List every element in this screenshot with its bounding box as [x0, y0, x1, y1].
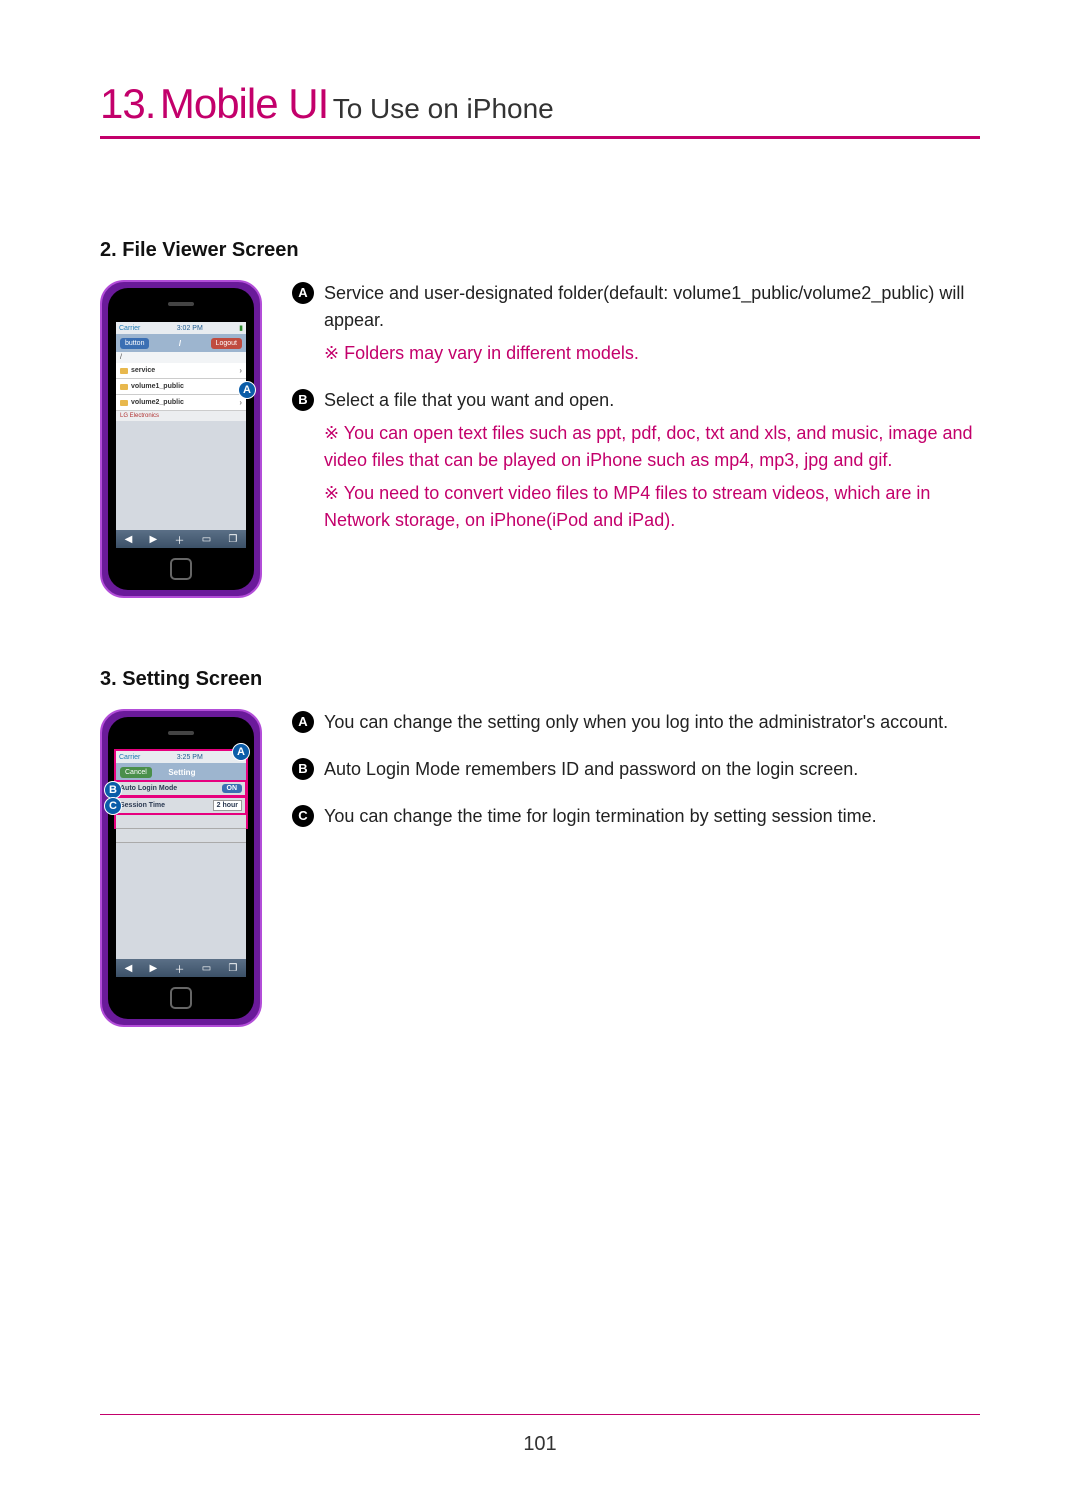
badge-b: B — [292, 758, 314, 780]
toolbar-forward-icon[interactable]: ▶ — [150, 963, 158, 974]
badge-b: B — [292, 389, 314, 411]
chapter-main: Mobile UI — [160, 80, 328, 127]
chevron-right-icon: › — [239, 366, 242, 375]
section-heading: 2. File Viewer Screen — [100, 239, 980, 262]
breadcrumb: / — [116, 352, 246, 363]
back-button[interactable]: button — [120, 338, 149, 349]
chapter-subtitle: To Use on iPhone — [333, 93, 554, 124]
desc-item-c: C You can change the time for login term… — [292, 803, 980, 830]
section-file-viewer: 2. File Viewer Screen Carrier 3:02 PM ▮ … — [100, 239, 980, 598]
badge-a: A — [292, 711, 314, 733]
toolbar-back-icon[interactable]: ◀ — [125, 534, 133, 545]
description-column: A Service and user-designated folder(def… — [292, 280, 980, 554]
carrier-label: Carrier — [119, 325, 140, 332]
desc-text-a: Service and user-designated folder(defau… — [324, 283, 964, 330]
chevron-right-icon: › — [239, 398, 242, 407]
toolbar-add-icon[interactable]: ＋ — [174, 532, 184, 547]
phone-speaker — [168, 302, 194, 306]
description-column: A You can change the setting only when y… — [292, 709, 980, 850]
toolbar-tabs-icon[interactable]: ❐ — [228, 534, 237, 545]
desc-item-a: A Service and user-designated folder(def… — [292, 280, 980, 367]
phone-speaker — [168, 731, 194, 735]
section-heading: 3. Setting Screen — [100, 668, 980, 691]
toolbar-forward-icon[interactable]: ▶ — [150, 534, 158, 545]
time-label: 3:25 PM — [177, 754, 203, 761]
home-button[interactable] — [170, 558, 192, 580]
logout-button[interactable]: Logout — [211, 338, 242, 349]
callout-a-marker: A — [238, 381, 256, 399]
toolbar: ◀ ▶ ＋ ▭ ❐ — [116, 530, 246, 548]
setting-row-session-time[interactable]: C Session Time 2 hour — [116, 797, 246, 815]
brand-footer: LG Electronics — [116, 411, 246, 421]
toolbar-back-icon[interactable]: ◀ — [125, 963, 133, 974]
session-time-select[interactable]: 2 hour — [213, 800, 242, 811]
desc-item-b: B Select a file that you want and open. … — [292, 387, 980, 534]
cancel-button[interactable]: Cancel — [120, 767, 152, 778]
status-bar: Carrier 3:02 PM ▮ — [116, 322, 246, 334]
nav-title: Setting — [168, 768, 195, 777]
folder-icon — [120, 400, 128, 406]
note: ※ You need to convert video files to MP4… — [324, 480, 980, 534]
nav-bar: Cancel Setting — [116, 763, 246, 781]
chapter-number: 13. — [100, 80, 155, 127]
desc-text-b: Select a file that you want and open. — [324, 390, 614, 410]
folder-icon — [120, 368, 128, 374]
note: ※ You can open text files such as ppt, p… — [324, 420, 980, 474]
toolbar-tabs-icon[interactable]: ❐ — [228, 963, 237, 974]
section-setting-screen: 3. Setting Screen A Carrier 3:25 PM ▮ Ca… — [100, 668, 980, 1027]
desc-item-b: B Auto Login Mode remembers ID and passw… — [292, 756, 980, 783]
toolbar-bookmarks-icon[interactable]: ▭ — [202, 963, 211, 974]
desc-text: You can change the setting only when you… — [324, 712, 948, 732]
phone-mockup-file-viewer: Carrier 3:02 PM ▮ button / Logout / serv… — [100, 280, 262, 598]
toolbar-bookmarks-icon[interactable]: ▭ — [202, 534, 211, 545]
callout-a-marker: A — [232, 743, 250, 761]
battery-icon: ▮ — [239, 324, 243, 332]
toolbar: ◀ ▶ ＋ ▭ ❐ — [116, 959, 246, 977]
page-footer: 101 — [100, 1414, 980, 1456]
list-item[interactable]: volume2_public › — [116, 395, 246, 411]
page-number: 101 — [523, 1433, 556, 1455]
list-item[interactable]: service › — [116, 363, 246, 379]
auto-login-toggle[interactable]: ON — [222, 784, 243, 793]
folder-icon — [120, 384, 128, 390]
session-time-label: Session Time — [120, 802, 165, 809]
phone-screen: Carrier 3:02 PM ▮ button / Logout / serv… — [116, 322, 246, 548]
phone-screen: A Carrier 3:25 PM ▮ Cancel Setting B — [116, 751, 246, 977]
desc-text: You can change the time for login termin… — [324, 806, 877, 826]
status-bar: Carrier 3:25 PM ▮ — [116, 751, 246, 763]
note: ※ Folders may vary in different models. — [324, 340, 980, 367]
badge-a: A — [292, 282, 314, 304]
setting-row-empty — [116, 815, 246, 829]
badge-c: C — [292, 805, 314, 827]
list-item[interactable]: volume1_public › A — [116, 379, 246, 395]
desc-text: Auto Login Mode remembers ID and passwor… — [324, 759, 858, 779]
setting-row-auto-login[interactable]: B Auto Login Mode ON — [116, 781, 246, 797]
toolbar-add-icon[interactable]: ＋ — [174, 961, 184, 976]
home-button[interactable] — [170, 987, 192, 1009]
auto-login-label: Auto Login Mode — [120, 785, 177, 792]
carrier-label: Carrier — [119, 754, 140, 761]
nav-title: / — [179, 339, 181, 348]
nav-bar: button / Logout — [116, 334, 246, 352]
callout-c-marker: C — [104, 797, 122, 815]
setting-row-empty — [116, 829, 246, 843]
chapter-title: 13. Mobile UI To Use on iPhone — [100, 80, 980, 139]
phone-mockup-setting: A Carrier 3:25 PM ▮ Cancel Setting B — [100, 709, 262, 1027]
desc-item-a: A You can change the setting only when y… — [292, 709, 980, 736]
time-label: 3:02 PM — [177, 325, 203, 332]
